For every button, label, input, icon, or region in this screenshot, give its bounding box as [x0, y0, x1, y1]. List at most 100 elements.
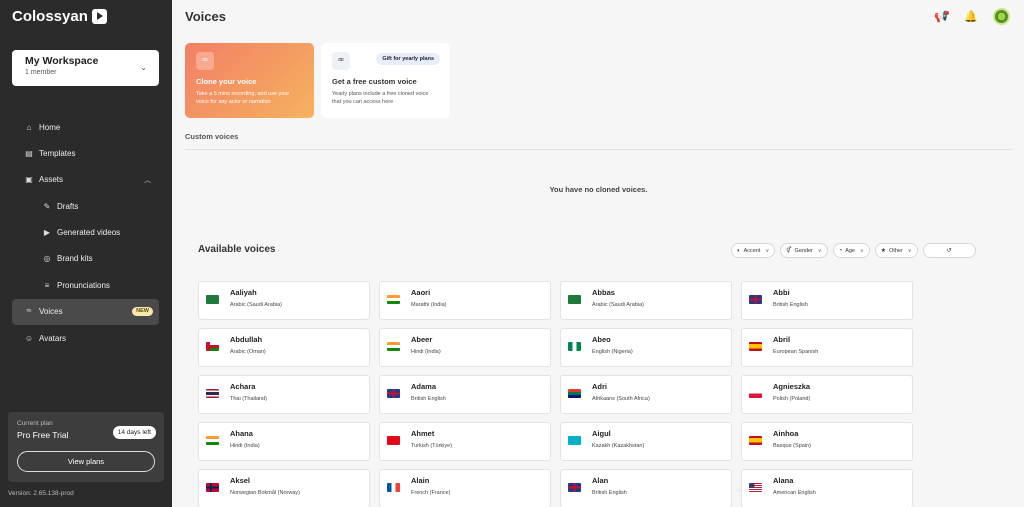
app-logo[interactable]: Colossyan [12, 8, 107, 25]
sidebar-item-generated-videos[interactable]: ▶ Generated videos [12, 220, 159, 246]
flag-icon [568, 342, 581, 351]
sidebar-item-assets[interactable]: ▣ Assets ︿ [12, 167, 159, 193]
avatar-icon: ☺ [24, 333, 34, 343]
flag-icon [749, 342, 762, 351]
flag-icon [749, 389, 762, 398]
chevron-up-icon: ︿ [144, 176, 151, 184]
sidebar-item-templates[interactable]: ▤ Templates [12, 140, 159, 166]
voice-card[interactable]: Agnieszka Polish (Poland) [741, 375, 913, 414]
voice-language: Hindi (India) [230, 443, 260, 449]
filter-label: Gender [794, 247, 813, 254]
home-icon: ⌂ [26, 122, 32, 132]
other-filter[interactable]: ★ Other ∨ [874, 243, 918, 258]
voice-card[interactable]: Abeer Hindi (India) [379, 328, 551, 367]
gender-filter[interactable]: ⚥ Gender ∨ [780, 243, 828, 258]
voice-name: Abbas [592, 288, 615, 297]
voice-card[interactable]: Ahmet Turkish (Türkiye) [379, 422, 551, 461]
voice-card[interactable]: Alain French (France) [379, 469, 551, 507]
voice-card[interactable]: Achara Thai (Thailand) [198, 375, 370, 414]
custom-voices-heading: Custom voices [185, 132, 239, 141]
workspace-name: My Workspace [25, 55, 99, 67]
flag-icon [387, 295, 400, 304]
pronunciation-icon: ≡ [44, 280, 50, 290]
assets-icon: ▣ [25, 175, 33, 185]
voice-card[interactable]: Ainhoa Basque (Spain) [741, 422, 913, 461]
free-voice-title: Get a free custom voice [332, 77, 417, 86]
age-filter[interactable]: ◔ Age ∨ [832, 243, 870, 258]
workspace-members: 1 member [25, 69, 57, 76]
user-avatar[interactable] [993, 8, 1010, 25]
voice-language: Polish (Poland) [773, 396, 811, 402]
voice-card[interactable]: Ahana Hindi (India) [198, 422, 370, 461]
flag-icon [568, 483, 581, 492]
voice-card[interactable]: Adama British English [379, 375, 551, 414]
gift-badge: Gift for yearly plans [376, 53, 440, 65]
sidebar-item-pronunciations[interactable]: ≡ Pronunciations [12, 272, 159, 298]
view-plans-button[interactable]: View plans [17, 451, 155, 472]
filter-label: Age [845, 247, 855, 254]
logo-play-icon [91, 9, 107, 24]
flag-icon [206, 389, 219, 398]
voice-name: Abeer [411, 335, 433, 344]
clone-voice-description: Take a 5 mins recording, and use your vo… [196, 91, 290, 105]
voice-language: British English [773, 302, 808, 308]
voice-card[interactable]: Alana American English [741, 469, 913, 507]
flag-icon [387, 436, 400, 445]
clone-voice-card[interactable]: ꟹ Clone your voice Take a 5 mins recordi… [185, 43, 314, 118]
voice-name: Aaori [411, 288, 431, 297]
voice-filters: ◐ Accent ∨ ⚥ Gender ∨ ◔ Age ∨ ★ Other ∨ … [731, 243, 976, 258]
age-icon: ◔ [838, 247, 843, 254]
voice-name: Aksel [230, 476, 251, 485]
voice-name: Abril [773, 335, 791, 344]
flag-icon [568, 295, 581, 304]
flag-icon [387, 389, 400, 398]
voice-language: Turkish (Türkiye) [411, 443, 453, 449]
voice-name: Alana [773, 476, 794, 485]
sidebar-item-label: Brand kits [57, 254, 93, 264]
app-name: Colossyan [12, 8, 88, 25]
voice-card[interactable]: Abeo English (Nigeria) [560, 328, 732, 367]
voice-card[interactable]: Abbi British English [741, 281, 913, 320]
flag-icon [206, 436, 219, 445]
reset-icon: ↺ [946, 248, 952, 254]
voice-language: American English [773, 490, 816, 496]
sidebar-item-label: Assets [39, 175, 64, 185]
voice-card[interactable]: Alan British English [560, 469, 732, 507]
available-voices-heading: Available voices [198, 244, 276, 255]
voice-card[interactable]: Aksel Norwegian Bokmål (Norway) [198, 469, 370, 507]
sidebar-item-avatars[interactable]: ☺ Avatars [12, 325, 159, 351]
free-voice-description: Yearly plans include a free cloned voice… [332, 91, 429, 105]
sidebar-item-home[interactable]: ⌂ Home [12, 114, 159, 140]
bell-icon[interactable]: 🔔 [963, 9, 979, 25]
sidebar-item-drafts[interactable]: ✎ Drafts [12, 193, 159, 219]
voice-card[interactable]: Abdullah Arabic (Oman) [198, 328, 370, 367]
voice-card[interactable]: Aaliyah Arabic (Saudi Arabia) [198, 281, 370, 320]
voice-language: Marathi (India) [411, 302, 447, 308]
voice-card[interactable]: Adri Afrikaans (South Africa) [560, 375, 732, 414]
voice-card[interactable]: Abril European Spanish [741, 328, 913, 367]
voice-card[interactable]: Aaori Marathi (India) [379, 281, 551, 320]
voice-language: Kazakh (Kazakhstan) [592, 443, 645, 449]
sidebar-item-label: Avatars [39, 333, 66, 343]
voice-language: Norwegian Bokmål (Norway) [230, 490, 300, 496]
accent-filter[interactable]: ◐ Accent ∨ [731, 243, 776, 258]
sidebar-item-voices[interactable]: ꟹ Voices NEW [12, 298, 159, 325]
plan-card: Current plan Pro Free Trial 14 days left… [8, 412, 164, 482]
voice-clone-icon: ꟹ [196, 52, 214, 70]
voice-clone-icon: ꟹ [332, 52, 350, 70]
voice-card[interactable]: Aigul Kazakh (Kazakhstan) [560, 422, 732, 461]
sidebar-item-label: Templates [39, 148, 76, 158]
announcement-icon[interactable]: 📢 [933, 9, 949, 25]
free-custom-voice-card[interactable]: ꟹ Gift for yearly plans Get a free custo… [321, 43, 450, 118]
flag-icon [206, 295, 219, 304]
voice-card[interactable]: Abbas Arabic (Saudi Arabia) [560, 281, 732, 320]
sidebar-item-brand-kits[interactable]: ◎ Brand kits [12, 246, 159, 272]
voice-name: Agnieszka [773, 382, 811, 391]
reset-filters-button[interactable]: ↺ [922, 243, 976, 258]
page-title: Voices [185, 9, 226, 24]
workspace-selector[interactable]: My Workspace 1 member ⌄ [12, 50, 159, 86]
voice-name: Abbi [773, 288, 790, 297]
chevron-down-icon: ∨ [765, 247, 770, 254]
pencil-icon: ✎ [43, 201, 51, 211]
flag-icon [387, 342, 400, 351]
